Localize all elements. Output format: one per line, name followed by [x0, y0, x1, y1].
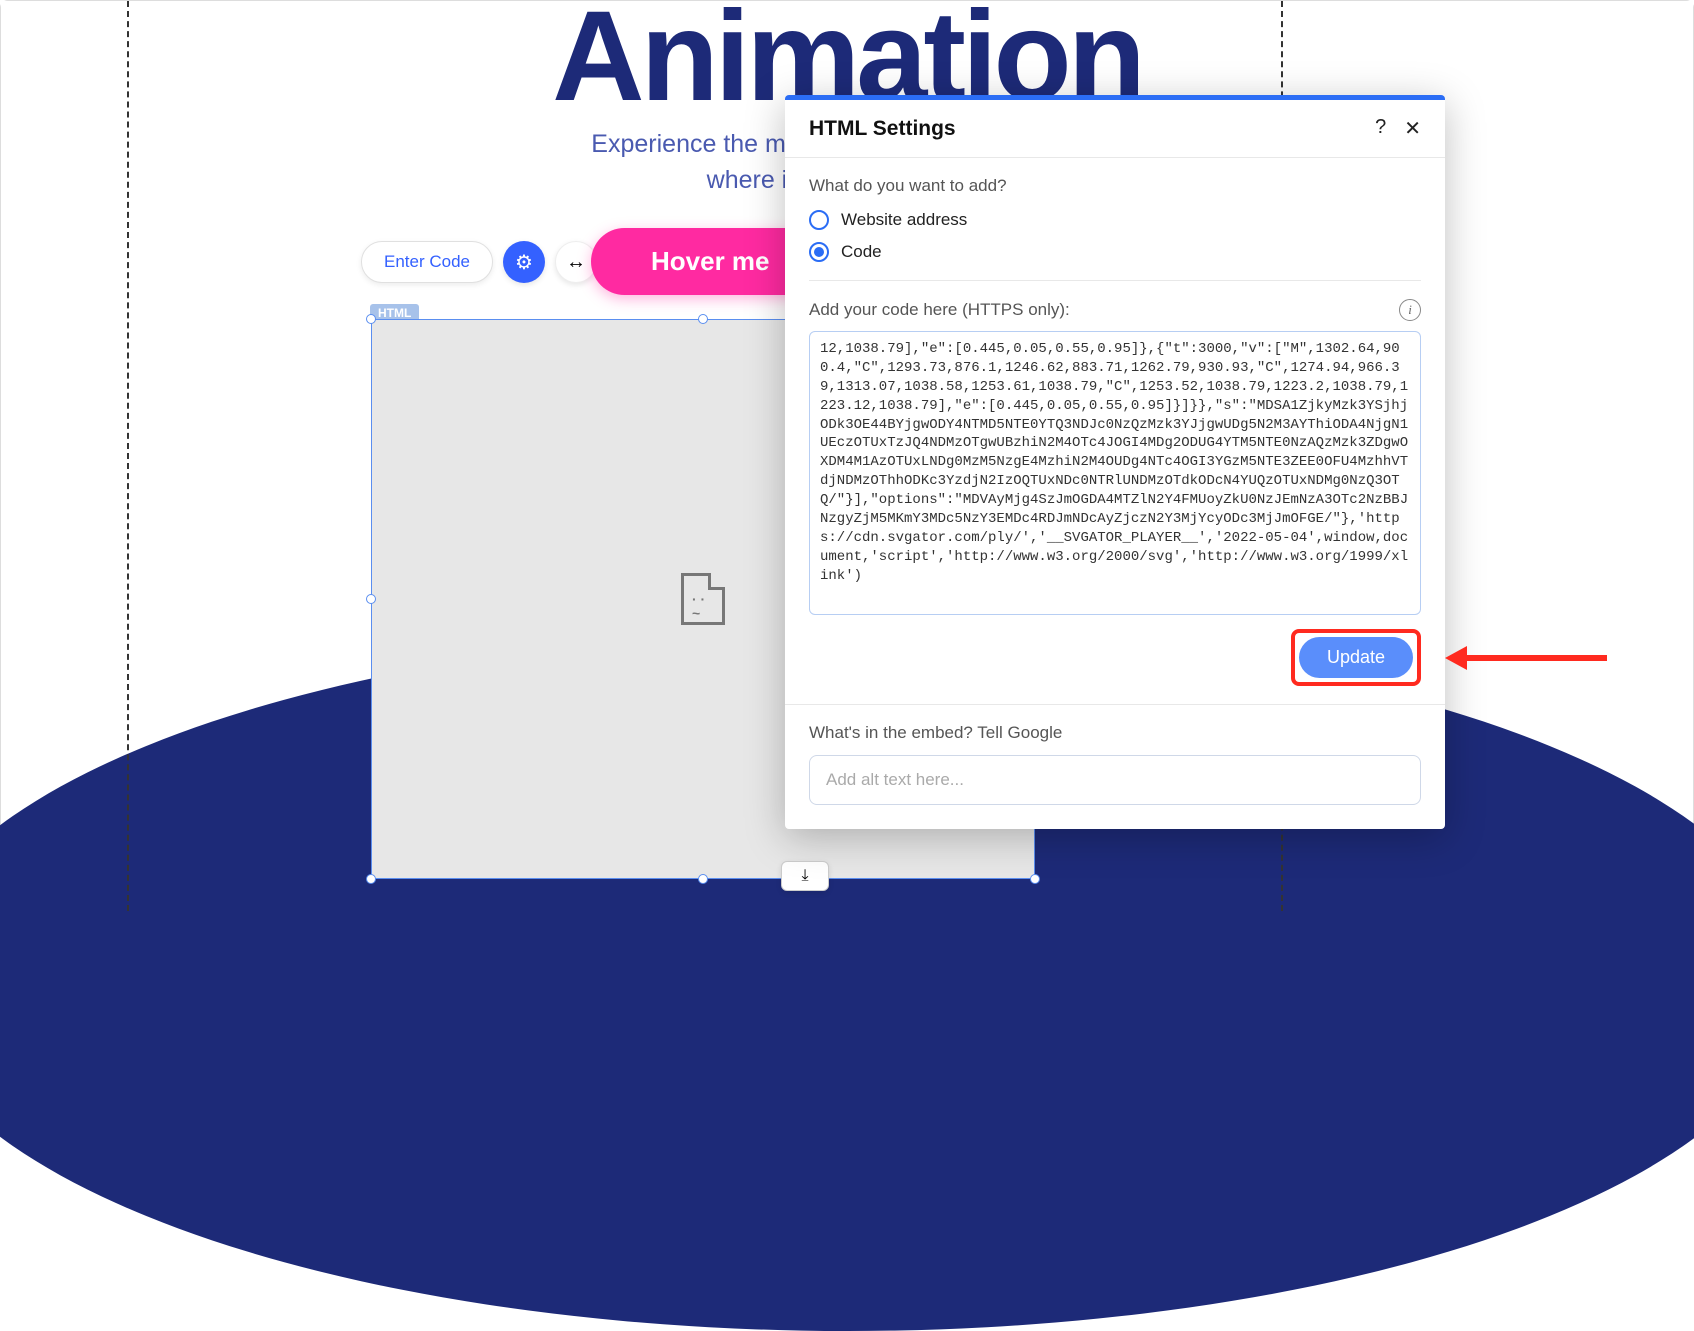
modal-header: HTML Settings ? ✕ [785, 100, 1445, 158]
download-icon[interactable]: ⤓ [781, 861, 829, 891]
enter-code-button[interactable]: Enter Code [361, 241, 493, 283]
radio-website-label: Website address [841, 210, 967, 230]
resize-handle[interactable] [698, 874, 708, 884]
resize-handle[interactable] [366, 314, 376, 324]
embed-question: What's in the embed? Tell Google [809, 723, 1421, 743]
close-icon[interactable]: ✕ [1404, 116, 1421, 141]
update-button[interactable]: Update [1299, 637, 1413, 678]
annotation-arrow [1445, 646, 1607, 670]
code-content: 12,1038.79],"e":[0.445,0.05,0.55,0.95]},… [820, 340, 1410, 586]
broken-file-icon: · ·~ [681, 573, 725, 625]
code-section-label: Add your code here (HTTPS only): [809, 300, 1070, 320]
info-icon[interactable]: i [1399, 299, 1421, 321]
annotation-highlight: Update [1291, 629, 1421, 686]
modal-title: HTML Settings [809, 117, 956, 141]
resize-handle[interactable] [366, 594, 376, 604]
alt-text-input[interactable] [809, 755, 1421, 805]
add-type-question: What do you want to add? [809, 176, 1421, 196]
code-textarea[interactable]: 12,1038.79],"e":[0.445,0.05,0.55,0.95]},… [809, 331, 1421, 615]
html-settings-modal: HTML Settings ? ✕ What do you want to ad… [785, 95, 1445, 829]
settings-icon[interactable]: ⚙ [503, 241, 545, 283]
radio-website-address[interactable] [809, 210, 829, 230]
resize-handle[interactable] [366, 874, 376, 884]
resize-handle[interactable] [1030, 874, 1040, 884]
radio-code-label: Code [841, 242, 882, 262]
modal-help-icon[interactable]: ? [1375, 116, 1386, 141]
radio-code[interactable] [809, 242, 829, 262]
resize-handle[interactable] [698, 314, 708, 324]
divider [809, 280, 1421, 281]
